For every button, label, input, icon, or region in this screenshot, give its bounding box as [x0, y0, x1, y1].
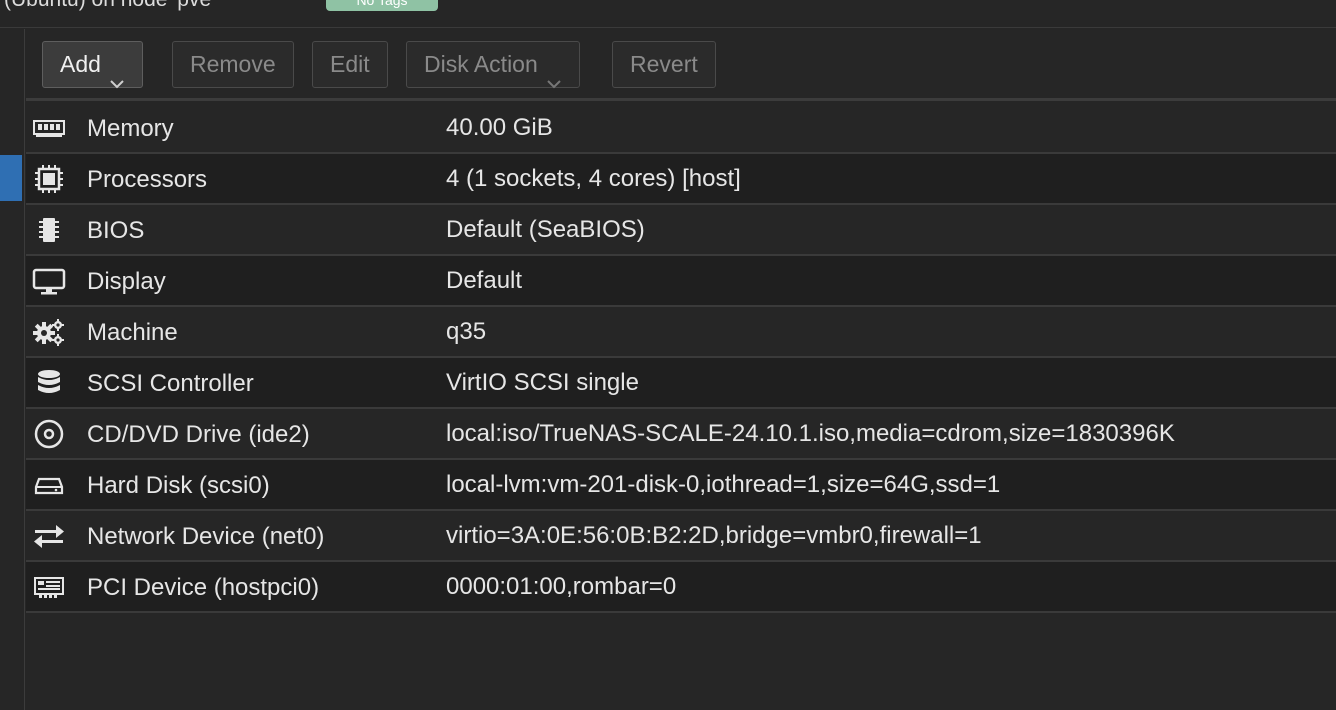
row-value: 4 (1 sockets, 4 cores) [host]: [446, 165, 741, 192]
row-value: 40.00 GiB: [446, 114, 553, 141]
hardware-row-cd-dvd-drive[interactable]: CD/DVD Drive (ide2) local:iso/TrueNAS-SC…: [26, 409, 1336, 460]
left-nav: [0, 29, 25, 710]
hardware-row-pci-device[interactable]: PCI Device (hostpci0) 0000:01:00,rombar=…: [26, 562, 1336, 613]
hardware-row-bios[interactable]: BIOS Default (SeaBIOS): [26, 205, 1336, 256]
row-value: q35: [446, 318, 487, 345]
row-value: Default: [446, 267, 523, 294]
hardware-grid: Memory 40.00 GiB Processors 4 (1 sockets…: [26, 103, 1336, 613]
row-label: CD/DVD Drive (ide2): [87, 421, 310, 448]
hardware-row-machine[interactable]: Machine q35: [26, 307, 1336, 358]
row-value: local:iso/TrueNAS-SCALE-24.10.1.iso,medi…: [446, 420, 1175, 447]
add-button-label: Add: [60, 51, 101, 77]
revert-button[interactable]: Revert: [612, 41, 716, 88]
hardware-row-processors[interactable]: Processors 4 (1 sockets, 4 cores) [host]: [26, 154, 1336, 205]
bios-chip-icon: [32, 215, 66, 245]
row-value: VirtIO SCSI single: [446, 369, 639, 396]
toolbar: Add Remove Edit Disk Action Revert: [26, 29, 1336, 101]
disk-action-label: Disk Action: [424, 51, 538, 77]
hdd-icon: [32, 470, 66, 500]
hardware-row-memory[interactable]: Memory 40.00 GiB: [26, 103, 1336, 154]
memory-icon: [32, 113, 66, 143]
pci-card-icon: [32, 572, 66, 602]
disk-action-button[interactable]: Disk Action: [406, 41, 580, 89]
row-value: 0000:01:00,rombar=0: [446, 573, 677, 600]
hardware-row-scsi-controller[interactable]: SCSI Controller VirtIO SCSI single: [26, 358, 1336, 409]
row-value: virtio=3A:0E:56:0B:B2:2D,bridge=vmbr0,fi…: [446, 522, 982, 549]
row-label: PCI Device (hostpci0): [87, 574, 320, 601]
row-value: Default (SeaBIOS): [446, 216, 645, 243]
status-tag[interactable]: No Tags: [326, 0, 438, 11]
row-label: BIOS: [87, 217, 145, 244]
chevron-down-icon: [546, 60, 562, 89]
exchange-arrows-icon: [32, 521, 66, 551]
cpu-icon: [32, 164, 66, 194]
database-icon: [32, 368, 66, 398]
hardware-row-network-device[interactable]: Network Device (net0) virtio=3A:0E:56:0B…: [26, 511, 1336, 562]
page-header: (Ubuntu) on node 'pve' No Tags: [0, 0, 1336, 28]
row-label: Machine: [87, 319, 178, 346]
row-label: Network Device (net0): [87, 523, 325, 550]
hardware-row-hard-disk[interactable]: Hard Disk (scsi0) local-lvm:vm-201-disk-…: [26, 460, 1336, 511]
row-label: Display: [87, 268, 166, 295]
hardware-row-display[interactable]: Display Default: [26, 256, 1336, 307]
row-value: local-lvm:vm-201-disk-0,iothread=1,size=…: [446, 471, 1001, 498]
monitor-icon: [32, 266, 66, 296]
nav-selected-item[interactable]: [0, 155, 22, 201]
chevron-down-icon: [109, 60, 125, 89]
disc-icon: [32, 419, 66, 449]
add-button[interactable]: Add: [42, 41, 143, 89]
gears-icon: [32, 317, 66, 347]
row-label: Memory: [87, 115, 174, 142]
breadcrumb: (Ubuntu) on node 'pve': [4, 0, 215, 12]
row-label: Processors: [87, 166, 208, 193]
row-label: SCSI Controller: [87, 370, 254, 397]
remove-button[interactable]: Remove: [172, 41, 294, 88]
row-label: Hard Disk (scsi0): [87, 472, 270, 499]
edit-button[interactable]: Edit: [312, 41, 388, 88]
